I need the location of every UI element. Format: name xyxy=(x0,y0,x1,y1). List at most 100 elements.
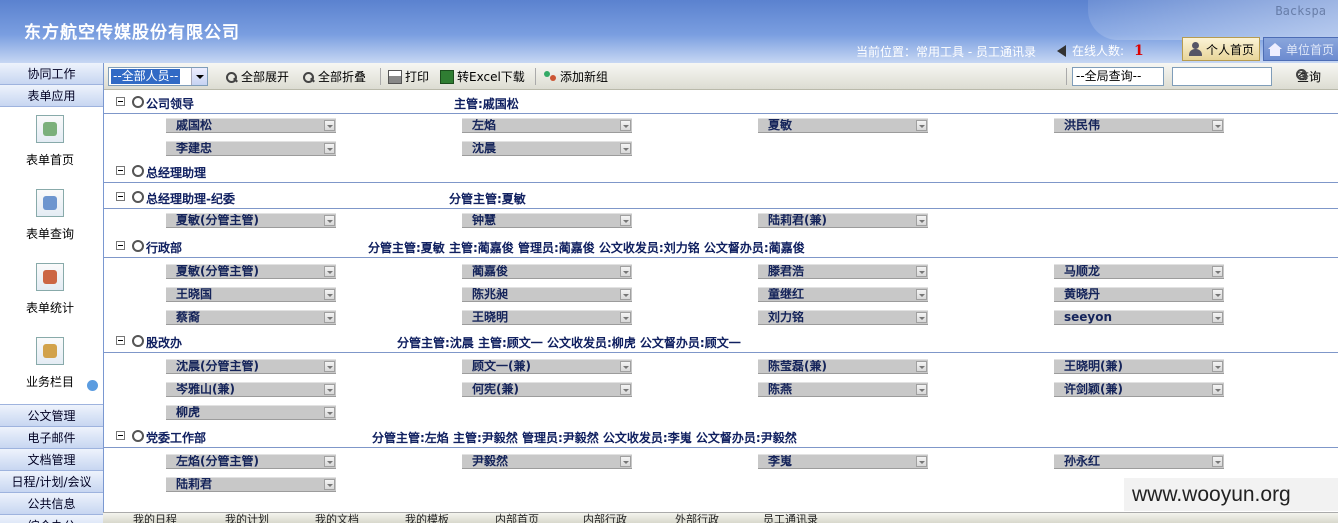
sidebar-item-public-info[interactable]: 公共信息 xyxy=(0,493,103,515)
member-item[interactable]: 岑雅山(兼) xyxy=(166,382,336,397)
query-button[interactable]: 查询 xyxy=(1294,67,1321,86)
group-name[interactable]: 行政部 xyxy=(146,239,182,256)
member-item[interactable]: seeyon xyxy=(1054,310,1224,325)
collapse-all-button[interactable]: 全部折叠 xyxy=(301,67,366,86)
shortcut-my-plan[interactable]: 我的计划 xyxy=(225,513,269,523)
member-item[interactable]: 陈莹磊(兼) xyxy=(758,359,928,374)
member-item[interactable]: 何宪(兼) xyxy=(462,382,632,397)
chevron-down-icon[interactable] xyxy=(916,312,927,323)
chevron-down-icon[interactable] xyxy=(620,120,631,131)
shortcut-internal-home[interactable]: 内部首页 xyxy=(495,513,539,523)
chevron-down-icon[interactable] xyxy=(620,143,631,154)
member-item[interactable]: 蔺嘉俊 xyxy=(462,264,632,279)
shortcut-internal-admin[interactable]: 内部行政 xyxy=(583,513,627,523)
chevron-down-icon[interactable] xyxy=(1212,456,1223,467)
chevron-down-icon[interactable] xyxy=(324,289,335,300)
member-item[interactable]: 蔡裔 xyxy=(166,310,336,325)
chevron-down-icon[interactable] xyxy=(916,266,927,277)
add-group-button[interactable]: 添加新组 xyxy=(543,67,608,86)
search-input[interactable] xyxy=(1172,67,1272,86)
sidebar-item-email[interactable]: 电子邮件 xyxy=(0,427,103,449)
member-item[interactable]: 马顺龙 xyxy=(1054,264,1224,279)
collapse-toggle-icon[interactable] xyxy=(116,97,125,106)
member-item[interactable]: 尹毅然 xyxy=(462,454,632,469)
member-item[interactable]: 陆莉君(兼) xyxy=(758,213,928,228)
member-item[interactable]: 顾文一(兼) xyxy=(462,359,632,374)
member-item[interactable]: 李建忠 xyxy=(166,141,336,156)
chevron-down-icon[interactable] xyxy=(620,456,631,467)
tab-personal-home[interactable]: 个人首页 xyxy=(1182,37,1260,61)
shortcut-external-admin[interactable]: 外部行政 xyxy=(675,513,719,523)
member-item[interactable]: 夏敏 xyxy=(758,118,928,133)
group-name[interactable]: 党委工作部 xyxy=(146,429,206,446)
print-button[interactable]: 打印 xyxy=(388,67,429,86)
member-item[interactable]: 黄晓丹 xyxy=(1054,287,1224,302)
export-excel-button[interactable]: 转Excel下载 xyxy=(440,67,525,86)
chevron-down-icon[interactable] xyxy=(324,479,335,490)
member-item[interactable]: 沈晨 xyxy=(462,141,632,156)
chevron-down-icon[interactable] xyxy=(324,266,335,277)
collapse-toggle-icon[interactable] xyxy=(116,431,125,440)
collapse-toggle-icon[interactable] xyxy=(116,192,125,201)
member-item[interactable]: 夏敏(分管主管) xyxy=(166,213,336,228)
member-item[interactable]: 童继红 xyxy=(758,287,928,302)
chevron-down-icon[interactable] xyxy=(620,312,631,323)
member-item[interactable]: 洪民伟 xyxy=(1054,118,1224,133)
chevron-down-icon[interactable] xyxy=(324,384,335,395)
members-filter-select[interactable]: --全部人员-- xyxy=(108,67,208,86)
chevron-down-icon[interactable] xyxy=(324,456,335,467)
member-item[interactable]: 王晓明 xyxy=(462,310,632,325)
member-item[interactable]: 李嵬 xyxy=(758,454,928,469)
member-item[interactable]: 左焰 xyxy=(462,118,632,133)
group-name[interactable]: 股改办 xyxy=(146,334,182,351)
chevron-down-icon[interactable] xyxy=(620,215,631,226)
sidebar-item-office[interactable]: 综合办公 xyxy=(0,515,103,523)
sidebar-item-schedule[interactable]: 日程/计划/会议 xyxy=(0,471,103,493)
shortcut-my-docs[interactable]: 我的文档 xyxy=(315,513,359,523)
chevron-down-icon[interactable] xyxy=(620,266,631,277)
chevron-down-icon[interactable] xyxy=(916,120,927,131)
member-item[interactable]: 孙永红 xyxy=(1054,454,1224,469)
chevron-down-icon[interactable] xyxy=(620,289,631,300)
tab-unit-home[interactable]: 单位首页 xyxy=(1263,37,1338,61)
chevron-down-icon[interactable] xyxy=(916,289,927,300)
sidebar-link-business[interactable]: 业务栏目 xyxy=(0,337,100,390)
shortcut-directory[interactable]: 员工通讯录 xyxy=(763,513,818,523)
chevron-down-icon[interactable] xyxy=(620,384,631,395)
member-item[interactable]: 王晓明(兼) xyxy=(1054,359,1224,374)
chevron-down-icon[interactable] xyxy=(1212,312,1223,323)
chevron-down-icon[interactable] xyxy=(324,143,335,154)
member-item[interactable]: 刘力铭 xyxy=(758,310,928,325)
chevron-down-icon[interactable] xyxy=(916,361,927,372)
chevron-down-icon[interactable] xyxy=(324,407,335,418)
chevron-down-icon[interactable] xyxy=(324,361,335,372)
sidebar-item-archive[interactable]: 文档管理 xyxy=(0,449,103,471)
sidebar-item-form-app[interactable]: 表单应用 xyxy=(0,85,103,107)
member-item[interactable]: 钟慧 xyxy=(462,213,632,228)
chevron-down-icon[interactable] xyxy=(916,215,927,226)
chevron-down-icon[interactable] xyxy=(191,68,207,85)
collapse-toggle-icon[interactable] xyxy=(116,166,125,175)
group-name[interactable]: 公司领导 xyxy=(146,95,194,112)
collapse-toggle-icon[interactable] xyxy=(116,336,125,345)
chevron-down-icon[interactable] xyxy=(1212,120,1223,131)
member-item[interactable]: 陆莉君 xyxy=(166,477,336,492)
member-item[interactable]: 左焰(分管主管) xyxy=(166,454,336,469)
member-item[interactable]: 沈晨(分管主管) xyxy=(166,359,336,374)
sidebar-item-collab[interactable]: 协同工作 xyxy=(0,63,103,85)
chevron-down-icon[interactable] xyxy=(324,312,335,323)
chevron-down-icon[interactable] xyxy=(1212,289,1223,300)
expand-all-button[interactable]: 全部展开 xyxy=(224,67,289,86)
group-name[interactable]: 总经理助理 xyxy=(146,164,206,181)
global-query-select[interactable]: --全局查询-- xyxy=(1072,67,1164,86)
shortcut-my-schedule[interactable]: 我的日程 xyxy=(133,513,177,523)
chevron-down-icon[interactable] xyxy=(1212,361,1223,372)
member-item[interactable]: 陈燕 xyxy=(758,382,928,397)
member-item[interactable]: 王晓国 xyxy=(166,287,336,302)
sidebar-link-form-query[interactable]: 表单查询 xyxy=(0,189,100,242)
member-item[interactable]: 滕君浩 xyxy=(758,264,928,279)
shortcut-my-templates[interactable]: 我的模板 xyxy=(405,513,449,523)
collapse-toggle-icon[interactable] xyxy=(116,241,125,250)
member-item[interactable]: 戚国松 xyxy=(166,118,336,133)
chevron-down-icon[interactable] xyxy=(324,120,335,131)
